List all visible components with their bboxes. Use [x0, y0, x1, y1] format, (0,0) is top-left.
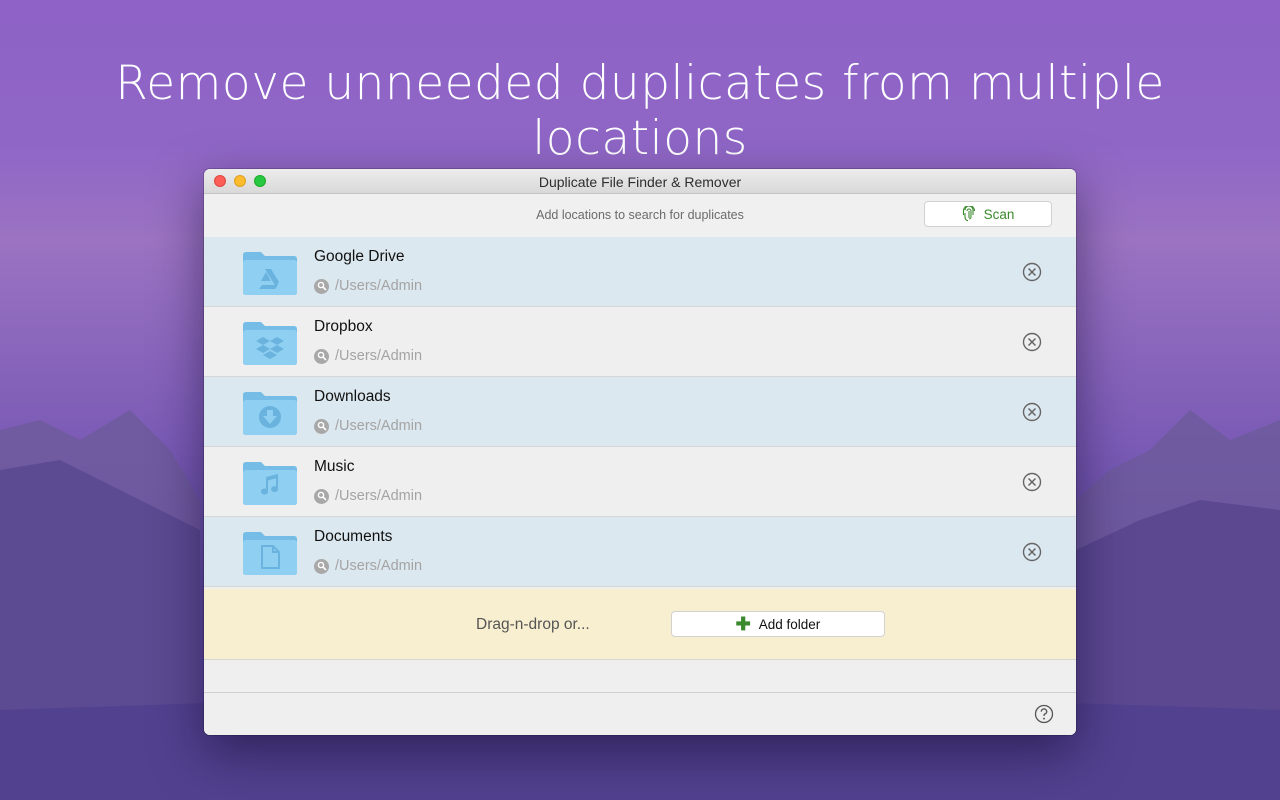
remove-location-icon[interactable]: [1022, 472, 1042, 492]
location-path-text: /Users/Admin: [335, 558, 423, 574]
remove-location-icon[interactable]: [1022, 542, 1042, 562]
add-folder-button[interactable]: ✚ Add folder: [671, 611, 885, 637]
location-row[interactable]: Dropbox /Users/Admin: [204, 307, 1076, 377]
scan-button[interactable]: Scan: [924, 201, 1052, 227]
dropbox-folder-icon: [243, 322, 297, 365]
location-path-text: /Users/Admin: [335, 418, 423, 434]
headline: Remove unneeded duplicates from multiple…: [115, 56, 1165, 166]
remove-location-icon[interactable]: [1022, 332, 1042, 352]
add-folder-label: Add folder: [758, 616, 821, 632]
drop-zone[interactable]: Drag-n-drop or... ✚ Add folder: [204, 589, 1076, 660]
documents-folder-icon: [243, 532, 297, 575]
location-name: Google Drive: [314, 248, 405, 265]
drop-zone-text: Drag-n-drop or...: [476, 616, 590, 633]
app-window: Duplicate File Finder & Remover Add loca…: [204, 169, 1076, 735]
scan-label: Scan: [983, 206, 1015, 222]
search-icon: [314, 488, 329, 504]
search-icon: [314, 418, 329, 434]
location-row[interactable]: Music /Users/Admin: [204, 447, 1076, 517]
location-name: Music: [314, 458, 355, 475]
toolbar: Add locations to search for duplicates S…: [204, 194, 1076, 238]
location-path: /Users/Admin: [314, 278, 422, 294]
location-row[interactable]: Google Drive /Users/Admin: [204, 237, 1076, 307]
location-name: Documents: [314, 528, 393, 545]
location-path: /Users/Admin: [314, 488, 422, 504]
location-row[interactable]: Documents /Users/Admin: [204, 517, 1076, 587]
help-icon[interactable]: [1034, 704, 1054, 724]
search-icon: [314, 278, 329, 294]
location-row[interactable]: Downloads /Users/Admin: [204, 377, 1076, 447]
footer-bar: [204, 692, 1076, 735]
location-path-text: /Users/Admin: [335, 278, 423, 294]
search-icon: [314, 348, 329, 364]
search-icon: [314, 558, 329, 574]
downloads-folder-icon: [243, 392, 297, 435]
remove-location-icon[interactable]: [1022, 402, 1042, 422]
location-path: /Users/Admin: [314, 348, 422, 364]
location-list: Google Drive /Users/Admin Dropbox /Users…: [204, 237, 1076, 587]
fingerprint-icon: [962, 206, 975, 222]
location-path: /Users/Admin: [314, 558, 422, 574]
window-title: Duplicate File Finder & Remover: [538, 174, 742, 190]
location-name: Downloads: [314, 388, 391, 405]
remove-location-icon[interactable]: [1022, 262, 1042, 282]
location-path: /Users/Admin: [314, 418, 422, 434]
location-name: Dropbox: [314, 318, 373, 335]
plus-icon: ✚: [735, 614, 751, 634]
title-bar: Duplicate File Finder & Remover: [204, 169, 1076, 194]
location-path-text: /Users/Admin: [335, 488, 423, 504]
music-folder-icon: [243, 462, 297, 505]
google-drive-folder-icon: [243, 252, 297, 295]
location-path-text: /Users/Admin: [335, 348, 423, 364]
